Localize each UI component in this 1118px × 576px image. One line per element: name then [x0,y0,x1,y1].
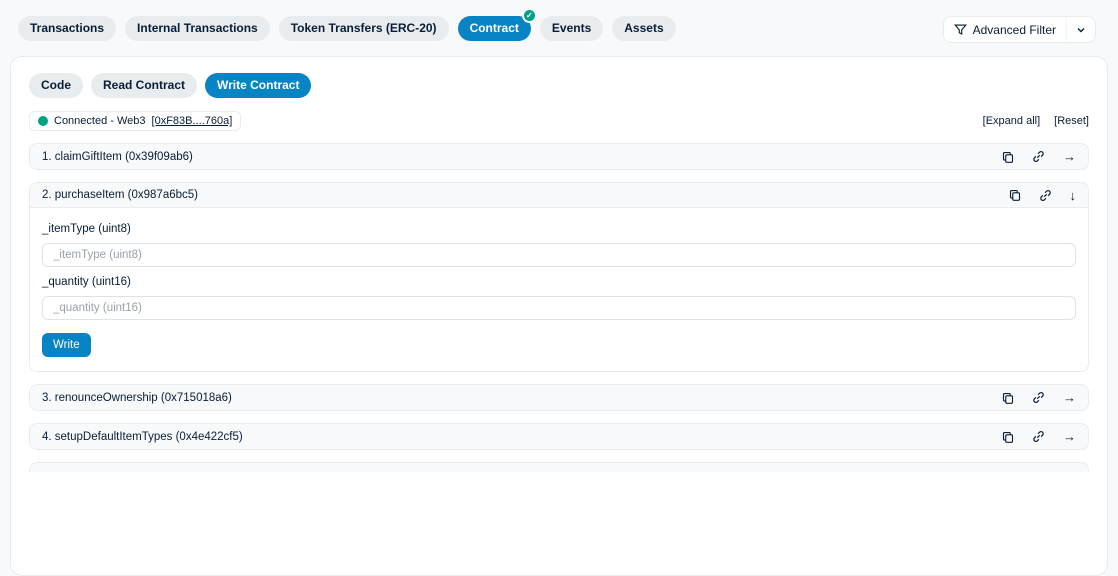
method-row-claimGiftItem: 1. claimGiftItem (0x39f09ab6) → [29,143,1089,170]
advanced-filter-label: Advanced Filter [973,23,1056,37]
address-tabs: Transactions Internal Transactions Token… [18,16,676,41]
expand-arrow-icon[interactable]: → [1063,150,1076,163]
method-body: _itemType (uint8) _quantity (uint16) Wri… [30,208,1088,371]
copy-icon[interactable] [1002,431,1014,443]
permalink-icon[interactable] [1039,189,1052,202]
method-header[interactable]: 4. setupDefaultItemTypes (0x4e422cf5) → [30,424,1088,449]
tab-write-contract[interactable]: Write Contract [205,73,311,98]
reset-link[interactable]: [Reset] [1054,115,1089,127]
permalink-icon[interactable] [1032,391,1045,404]
expand-arrow-icon[interactable]: → [1063,430,1076,443]
collapse-arrow-icon[interactable]: ↓ [1070,189,1077,202]
tab-events[interactable]: Events [540,16,603,41]
field-label-itemType: _itemType (uint8) [42,223,1076,235]
write-button[interactable]: Write [42,333,91,357]
expand-arrow-icon[interactable]: → [1063,391,1076,404]
method-header[interactable]: 1. claimGiftItem (0x39f09ab6) → [30,144,1088,169]
tab-transactions[interactable]: Transactions [18,16,116,41]
connected-dot-icon [38,116,48,126]
contract-sub-tabs: Code Read Contract Write Contract [29,73,1089,98]
method-title: 2. purchaseItem (0x987a6bc5) [42,189,198,201]
copy-icon[interactable] [1002,392,1014,404]
field-label-quantity: _quantity (uint16) [42,276,1076,288]
connection-row: Connected - Web3 [0xF83B....760a] [Expan… [29,111,1089,131]
connection-status-text: Connected - Web3 [54,115,146,127]
quantity-input[interactable] [42,296,1076,320]
method-title: 1. claimGiftItem (0x39f09ab6) [42,151,193,163]
tab-contract[interactable]: Contract ✓ [458,16,531,41]
permalink-icon[interactable] [1032,430,1045,443]
connected-address-link[interactable]: [0xF83B....760a] [152,115,233,127]
method-row-purchaseItem: 2. purchaseItem (0x987a6bc5) ↓ _itemType… [29,182,1089,372]
method-title: 4. setupDefaultItemTypes (0x4e422cf5) [42,431,243,443]
expand-all-link[interactable]: [Expand all] [983,115,1040,127]
method-row-setupDefaultItemTypes: 4. setupDefaultItemTypes (0x4e422cf5) → [29,423,1089,450]
copy-icon[interactable] [1009,189,1021,201]
tab-contract-label: Contract [470,21,519,35]
verified-check-icon: ✓ [522,8,537,23]
chevron-down-icon [1076,25,1086,35]
tab-assets[interactable]: Assets [612,16,675,41]
method-row-partial[interactable] [29,462,1089,472]
itemType-input[interactable] [42,243,1076,267]
contract-card: Code Read Contract Write Contract Connec… [10,56,1108,576]
method-header[interactable]: 3. renounceOwnership (0x715018a6) → [30,385,1088,410]
funnel-icon [954,23,967,36]
accordion-actions: [Expand all] [Reset] [983,115,1089,127]
method-header[interactable]: 2. purchaseItem (0x987a6bc5) ↓ [30,183,1088,208]
tab-internal-transactions[interactable]: Internal Transactions [125,16,270,41]
advanced-filter-dropdown[interactable] [1066,17,1095,42]
tab-token-transfers[interactable]: Token Transfers (ERC-20) [279,16,449,41]
method-title: 3. renounceOwnership (0x715018a6) [42,392,232,404]
tab-read-contract[interactable]: Read Contract [91,73,197,98]
advanced-filter-button[interactable]: Advanced Filter [943,16,1096,43]
method-row-renounceOwnership: 3. renounceOwnership (0x715018a6) → [29,384,1089,411]
copy-icon[interactable] [1002,151,1014,163]
permalink-icon[interactable] [1032,150,1045,163]
wallet-connection-status[interactable]: Connected - Web3 [0xF83B....760a] [29,111,241,131]
page-tab-bar: Transactions Internal Transactions Token… [0,0,1118,43]
tab-code[interactable]: Code [29,73,83,98]
